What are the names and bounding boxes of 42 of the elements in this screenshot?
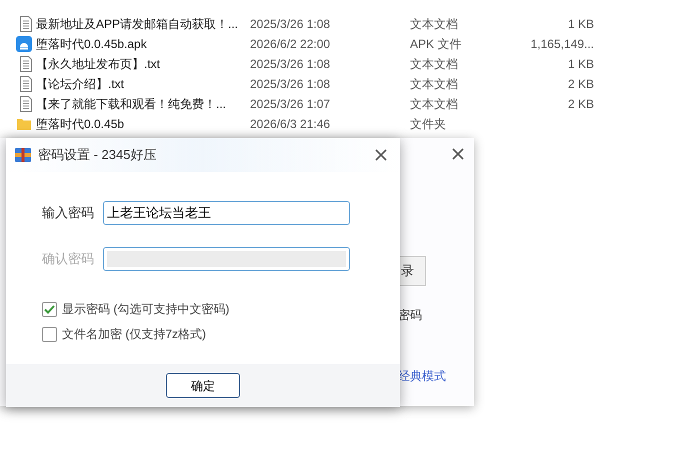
field-label: 确认密码 <box>42 250 95 268</box>
option-label: 显示密码 (勾选可支持中文密码) <box>62 301 230 318</box>
checkbox[interactable] <box>42 302 57 316</box>
file-date: 2025/3/26 1:08 <box>249 76 332 93</box>
file-type: 文本文档 <box>409 96 459 113</box>
file-name[interactable]: 【来了就能下载和观看！纯免费！... <box>36 95 246 113</box>
ok-button[interactable]: 确定 <box>166 373 240 398</box>
file-name[interactable]: 【永久地址发布页】.txt <box>36 55 246 73</box>
android-app-icon <box>16 36 32 52</box>
file-name[interactable]: 【论坛介绍】.txt <box>36 75 246 93</box>
file-size: 2 KB <box>566 76 594 93</box>
close-icon[interactable] <box>452 148 464 160</box>
document-icon <box>20 56 32 72</box>
file-name[interactable]: 最新地址及APP请发邮箱自动获取！... <box>36 15 246 33</box>
file-date: 2025/3/26 1:08 <box>249 16 332 33</box>
document-icon <box>20 96 32 112</box>
close-icon[interactable] <box>375 149 387 161</box>
file-date: 2025/3/26 1:08 <box>249 56 332 73</box>
dialog-title: 密码设置 - 2345好压 <box>38 146 156 164</box>
file-type: 文件夹 <box>409 116 447 133</box>
document-icon <box>20 76 32 92</box>
file-date: 2026/6/2 22:00 <box>249 36 332 53</box>
password-field[interactable]: 上老王论坛当老王 <box>103 201 350 225</box>
file-size: 1 KB <box>566 56 594 73</box>
file-type: 文本文档 <box>409 56 459 73</box>
file-date: 2026/6/3 21:46 <box>249 116 332 133</box>
file-name[interactable]: 堕落时代0.0.45b <box>36 115 246 133</box>
file-size: 1 KB <box>566 16 594 33</box>
file-date: 2025/3/26 1:07 <box>249 96 332 113</box>
archive-app-icon <box>15 148 31 162</box>
file-type: APK 文件 <box>409 36 462 53</box>
file-size: 2 KB <box>566 96 594 113</box>
document-icon <box>20 16 32 32</box>
checkbox[interactable] <box>42 326 57 342</box>
file-size: 1,165,149... <box>530 36 594 53</box>
file-type: 文本文档 <box>409 76 459 93</box>
option-label: 文件名加密 (仅支持7z格式) <box>62 326 206 343</box>
check-icon <box>44 304 55 314</box>
file-name[interactable]: 堕落时代0.0.45b.apk <box>36 35 246 53</box>
file-type: 文本文档 <box>409 16 459 33</box>
folder-icon <box>16 116 32 132</box>
field-label: 输入密码 <box>42 204 95 222</box>
